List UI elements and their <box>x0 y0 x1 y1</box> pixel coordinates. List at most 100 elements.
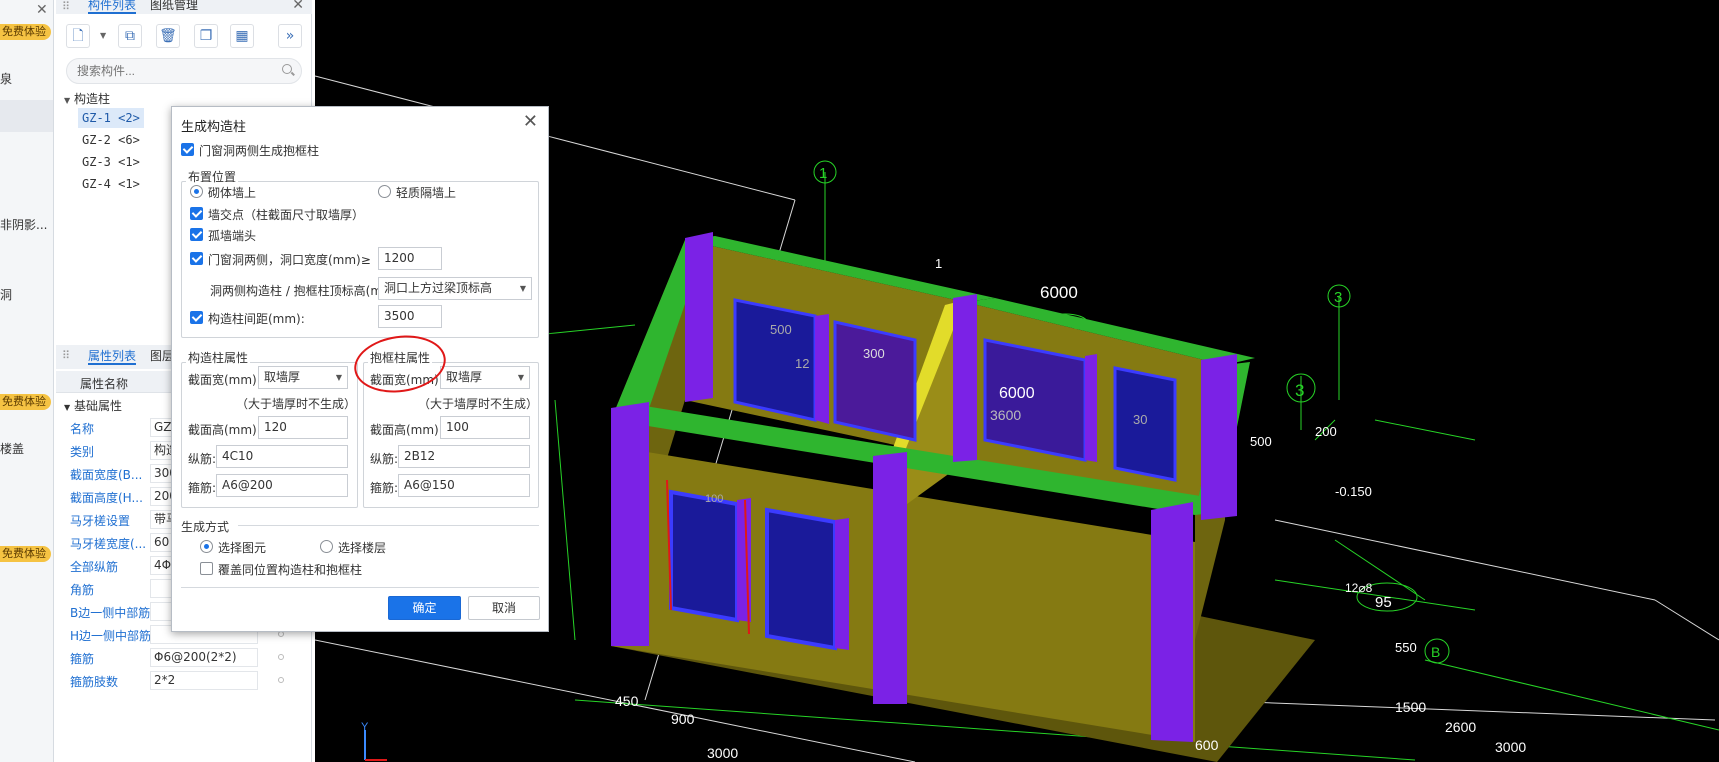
tab-component-list[interactable]: 构件列表 <box>88 0 137 14</box>
axis-label-1: 1 <box>819 165 827 182</box>
duplicate-icon[interactable]: ❐ <box>194 24 218 48</box>
bk-stirrup-label: 箍筋: <box>370 481 399 495</box>
axis-label-3: 3 <box>1334 289 1342 306</box>
label-95: 95 <box>1375 594 1392 611</box>
gz-props-title: 构造柱属性 <box>186 349 251 366</box>
intersection-checkbox[interactable] <box>190 207 203 220</box>
radio-light-wall[interactable] <box>378 185 391 198</box>
gen-method-title: 生成方式 <box>181 520 230 534</box>
nav-item-opening[interactable]: 洞 <box>0 286 12 303</box>
tree-item[interactable]: GZ-4 <1> <box>78 174 144 194</box>
property-value[interactable]: 2*2 <box>150 671 258 690</box>
bk-width-select[interactable]: 取墙厚 ▼ <box>440 366 530 389</box>
tree-root[interactable]: ▼ 构造柱 <box>64 90 110 107</box>
property-row[interactable]: 箍筋肢数 2*2 <box>56 669 312 692</box>
dimension-6000: 6000 <box>1040 283 1078 302</box>
ok-button[interactable]: 确定 <box>388 596 461 620</box>
copy-icon[interactable]: ⧉ <box>118 24 142 48</box>
overwrite-checkbox[interactable] <box>200 562 213 575</box>
chevron-down-icon[interactable]: ▼ <box>64 96 70 105</box>
bk-height-input[interactable]: 100 <box>440 416 530 439</box>
bk-height-label: 截面高(mm): <box>370 423 443 437</box>
spacing-input[interactable]: 3500 <box>378 305 442 328</box>
chevron-down-icon[interactable]: ▼ <box>100 31 106 40</box>
dimension-900: 900 <box>671 711 695 727</box>
dimension-3000b: 3000 <box>1495 739 1526 755</box>
gz-width-select[interactable]: 取墙厚 ▼ <box>258 366 348 389</box>
axis-label-3b: 3 <box>1295 381 1304 400</box>
dimension-3600: 3600 <box>990 407 1021 423</box>
dimension-450: 450 <box>615 693 639 709</box>
spacing-checkbox[interactable] <box>190 311 203 324</box>
property-lock-icon[interactable] <box>278 677 284 683</box>
chevron-down-icon[interactable]: ▼ <box>518 367 524 388</box>
opening-label: 门窗洞两侧，洞口宽度(mm)≥ <box>208 253 371 267</box>
nav-item-shadow[interactable]: 非阴影... <box>0 216 47 233</box>
bk-longitudinal-input[interactable]: 2B12 <box>398 445 530 468</box>
new-component-icon[interactable]: 🗋 <box>66 24 90 48</box>
close-icon[interactable]: ✕ <box>292 0 304 13</box>
dimension-3000: 3000 <box>707 745 738 761</box>
tree-item[interactable]: GZ-2 <6> <box>78 130 144 150</box>
property-value[interactable]: Φ6@200(2*2) <box>150 648 258 667</box>
close-icon[interactable]: ✕ <box>36 2 48 18</box>
cancel-button[interactable]: 取消 <box>468 596 540 620</box>
drag-handle-icon[interactable]: ⠿ <box>62 0 70 14</box>
property-name: 马牙槎宽度(... <box>70 537 147 551</box>
property-row[interactable]: 箍筋 Φ6@200(2*2) <box>56 646 312 669</box>
dimension-500: 500 <box>1250 434 1272 449</box>
free-trial-badge[interactable]: 免费体验 <box>0 546 51 562</box>
radio-light-label: 轻质隔墙上 <box>396 186 457 200</box>
tab-property-list[interactable]: 属性列表 <box>88 349 137 365</box>
gz-width-label: 截面宽(mm): <box>188 373 261 387</box>
elevation-label: -0.150 <box>1335 484 1372 499</box>
property-name: 类别 <box>70 445 95 459</box>
dimension-6000b: 6000 <box>999 385 1035 402</box>
dialog-title: 生成构造柱 <box>181 120 247 135</box>
divider <box>181 587 539 588</box>
radio-select-floor[interactable] <box>320 540 333 553</box>
property-name: 截面高度(H... <box>70 491 143 505</box>
gz-stirrup-label: 箍筋: <box>188 481 217 495</box>
drag-handle-icon[interactable]: ⠿ <box>62 349 70 363</box>
tree-item[interactable]: GZ-1 <2> <box>78 108 144 128</box>
nav-item-slab[interactable]: 楼盖 <box>0 440 24 457</box>
nav-item[interactable]: 泉 <box>0 70 12 87</box>
frame-column-label: 门窗洞两侧生成抱框柱 <box>199 144 320 158</box>
property-lock-icon[interactable] <box>278 654 284 660</box>
delete-icon[interactable]: 🗑 <box>156 24 180 48</box>
dimension-300: 300 <box>863 346 885 361</box>
opening-width-input[interactable]: 1200 <box>378 247 442 270</box>
top-elevation-select[interactable]: 洞口上方过梁顶标高 ▼ <box>378 277 532 300</box>
radio-masonry-wall[interactable] <box>190 185 203 198</box>
nav-item-selected[interactable] <box>0 100 53 132</box>
tab-drawing-management[interactable]: 图纸管理 <box>150 0 198 12</box>
svg-text:Y: Y <box>361 721 369 733</box>
search-input[interactable] <box>66 58 302 84</box>
gz-height-input[interactable]: 120 <box>258 416 348 439</box>
expand-icon[interactable]: » <box>278 24 302 48</box>
frame-column-checkbox[interactable] <box>181 143 194 156</box>
chevron-down-icon[interactable]: ▼ <box>520 278 526 299</box>
bk-stirrup-input[interactable]: A6@150 <box>398 474 530 497</box>
label-30: 30 <box>1133 412 1147 427</box>
gz-stirrup-input[interactable]: A6@200 <box>216 474 348 497</box>
isolated-end-label: 孤墙端头 <box>208 229 257 243</box>
gz-longitudinal-input[interactable]: 4C10 <box>216 445 348 468</box>
isolated-end-checkbox[interactable] <box>190 228 203 241</box>
bk-width-value: 取墙厚 <box>446 370 483 384</box>
free-trial-badge[interactable]: 免费体验 <box>0 24 51 40</box>
radio-select-element[interactable] <box>200 540 213 553</box>
search-icon[interactable] <box>282 64 292 74</box>
floor-copy-icon[interactable]: ▦ <box>230 24 254 48</box>
top-elevation-label: 洞两侧构造柱 / 抱框柱顶标高(m): <box>210 284 391 298</box>
chevron-down-icon[interactable]: ▼ <box>336 367 342 388</box>
property-name: 全部纵筋 <box>70 560 119 574</box>
tree-item[interactable]: GZ-3 <1> <box>78 152 144 172</box>
top-elevation-value: 洞口上方过梁顶标高 <box>384 281 493 295</box>
opening-checkbox[interactable] <box>190 252 203 265</box>
property-name: 箍筋 <box>70 652 95 666</box>
radio-masonry-label: 砌体墙上 <box>208 186 257 200</box>
free-trial-badge[interactable]: 免费体验 <box>0 394 51 410</box>
close-icon[interactable]: ✕ <box>523 113 538 131</box>
